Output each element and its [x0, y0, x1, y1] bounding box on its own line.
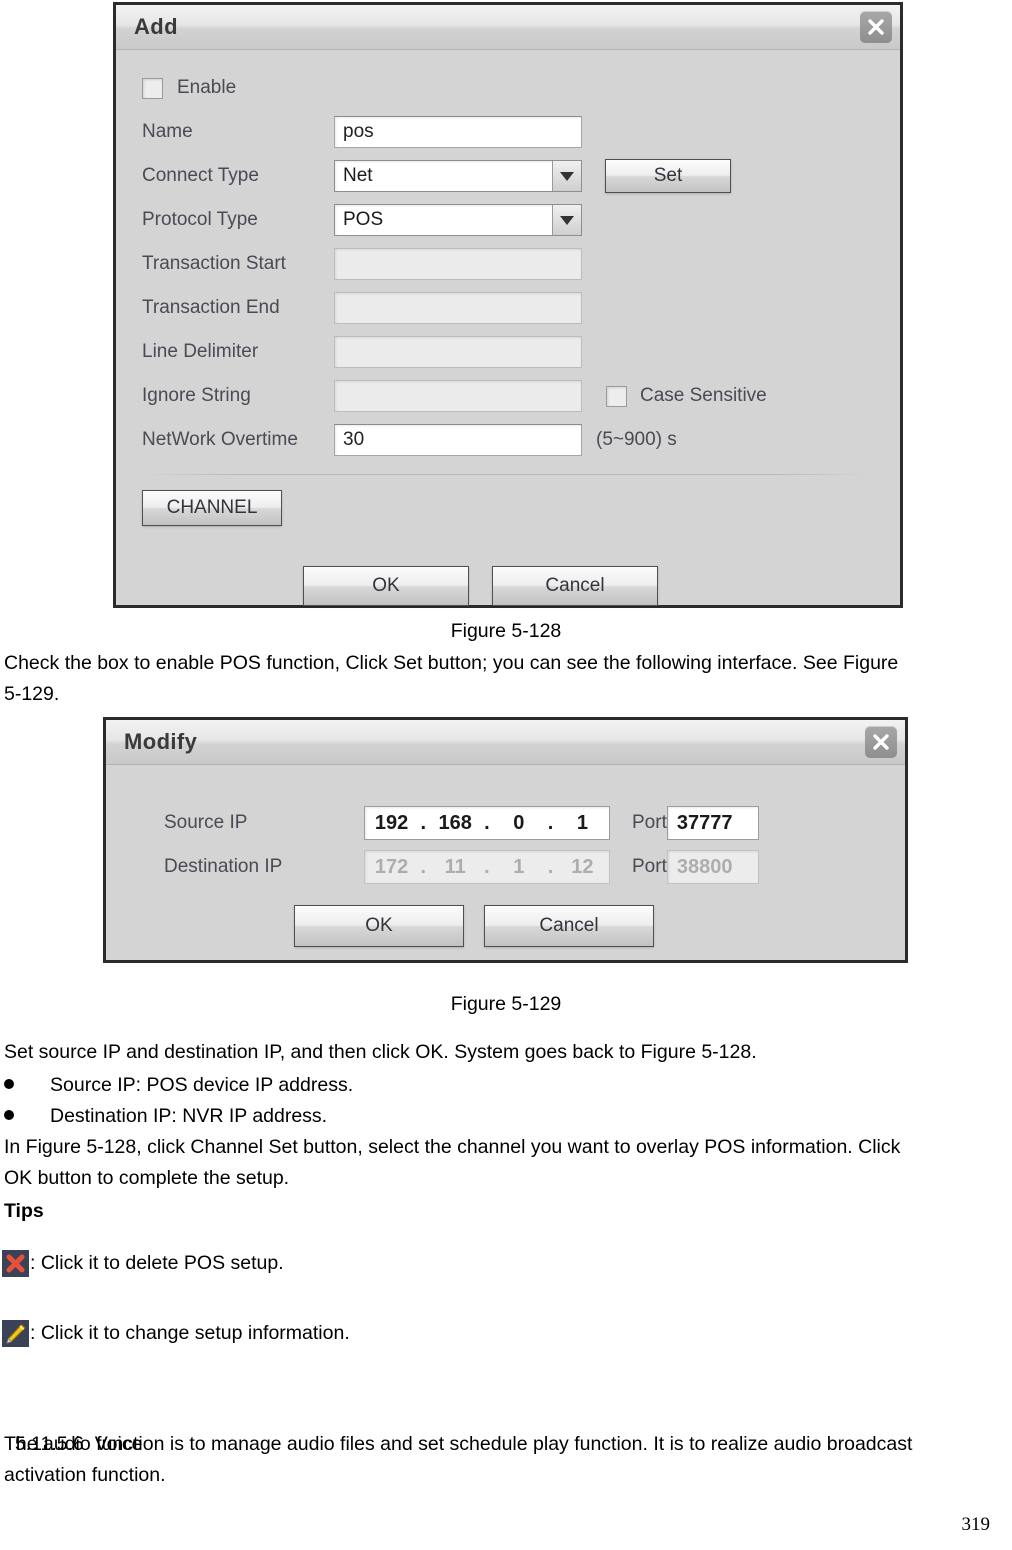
network-overtime-label: NetWork Overtime	[142, 429, 298, 450]
body-paragraph-3-line2: OK button to complete the setup.	[4, 1167, 290, 1189]
ip-dot: .	[484, 855, 490, 878]
bullet-icon	[4, 1079, 14, 1089]
modify-dialog-body: Source IP 192 . 168 . 0 . 1 Port 37777 D…	[106, 765, 905, 965]
list-item-label: Destination IP: NVR IP address.	[50, 1105, 328, 1127]
add-dialog-titlebar: Add	[116, 5, 900, 50]
source-ip-octet-2[interactable]: 168	[431, 812, 479, 835]
protocol-type-row: Protocol Type POS	[142, 204, 882, 236]
chevron-down-icon[interactable]	[552, 205, 581, 235]
ip-dot: .	[420, 855, 427, 878]
transaction-start-input[interactable]	[334, 248, 582, 280]
network-overtime-input[interactable]: 30	[334, 424, 582, 456]
list-item-label: Source IP: POS device IP address.	[50, 1074, 354, 1096]
name-row: Name pos	[142, 116, 882, 148]
ip-dot: .	[484, 811, 490, 834]
section-paragraph-line2: activation function.	[4, 1464, 166, 1486]
list-item: Source IP: POS device IP address.	[4, 1070, 1004, 1101]
section-paragraph-line1: The audio function is to manage audio fi…	[4, 1433, 913, 1455]
tips-heading: Tips	[4, 1200, 44, 1222]
connect-type-label: Connect Type	[142, 165, 259, 186]
connect-type-value: Net	[343, 165, 373, 186]
add-dialog-title: Add	[134, 14, 178, 39]
add-pos-dialog: Add Enable Name pos Connect Type Net Set	[113, 2, 903, 608]
enable-label: Enable	[177, 77, 237, 98]
bullet-icon	[4, 1110, 14, 1120]
connect-type-row: Connect Type Net Set	[142, 159, 882, 193]
line-delimiter-label: Line Delimiter	[142, 341, 259, 362]
tip-delete-label: : Click it to delete POS setup.	[30, 1252, 284, 1274]
transaction-start-label: Transaction Start	[142, 253, 286, 274]
ignore-string-label: Ignore String	[142, 385, 251, 406]
channel-button[interactable]: CHANNEL	[142, 490, 282, 526]
ok-button[interactable]: OK	[294, 905, 464, 947]
edit-pencil-icon[interactable]	[2, 1319, 29, 1347]
body-paragraph-2: Set source IP and destination IP, and th…	[4, 1041, 757, 1063]
modify-dialog-titlebar: Modify	[106, 720, 905, 765]
name-label: Name	[142, 121, 193, 142]
destination-port-label: Port	[632, 856, 667, 877]
name-input[interactable]: pos	[334, 116, 582, 148]
body-paragraph-1-line1: Check the box to enable POS function, Cl…	[4, 652, 899, 674]
enable-row: Enable	[142, 72, 236, 104]
ip-dot: .	[547, 811, 554, 834]
figure-128-caption: Figure 5-128	[450, 620, 562, 642]
source-ip-label: Source IP	[164, 812, 248, 833]
transaction-end-input[interactable]	[334, 292, 582, 324]
tip-edit-row: : Click it to change setup information.	[2, 1318, 350, 1348]
transaction-end-row: Transaction End	[142, 292, 882, 324]
tip-edit-label: : Click it to change setup information.	[30, 1322, 350, 1344]
list-item: Destination IP: NVR IP address.	[4, 1101, 1004, 1132]
source-ip-row: Source IP 192 . 168 . 0 . 1 Port 37777	[164, 806, 759, 840]
close-icon[interactable]	[865, 726, 897, 758]
destination-ip-octet-4[interactable]: 12	[558, 856, 606, 879]
destination-ip-input[interactable]: 172 . 11 . 1 . 12	[364, 850, 610, 884]
destination-ip-octet-2[interactable]: 11	[431, 856, 479, 879]
ip-dot: .	[547, 855, 554, 878]
ignore-string-input[interactable]	[334, 380, 582, 412]
destination-ip-label: Destination IP	[164, 856, 283, 877]
source-ip-octet-4[interactable]: 1	[558, 812, 606, 835]
add-dialog-body: Enable Name pos Connect Type Net Set Pro…	[116, 50, 900, 610]
line-delimiter-row: Line Delimiter	[142, 336, 882, 368]
protocol-type-value: POS	[343, 209, 384, 230]
body-paragraph-1-line2: 5-129.	[4, 683, 60, 705]
figure-129-caption: Figure 5-129	[450, 993, 562, 1015]
destination-port-input[interactable]: 38800	[666, 850, 759, 884]
body-paragraph-3-line1: In Figure 5-128, click Channel Set butto…	[4, 1136, 901, 1158]
page-number: 319	[961, 1514, 991, 1535]
cancel-button[interactable]: Cancel	[484, 905, 654, 947]
chevron-down-icon[interactable]	[552, 161, 581, 191]
protocol-type-label: Protocol Type	[142, 209, 258, 230]
destination-ip-row: Destination IP 172 . 11 . 1 . 12 Port 38…	[164, 850, 759, 884]
ip-dot: .	[420, 811, 427, 834]
cancel-button[interactable]: Cancel	[492, 566, 658, 606]
source-ip-octet-3[interactable]: 0	[495, 812, 543, 835]
enable-checkbox[interactable]	[142, 77, 163, 99]
case-sensitive-checkbox[interactable]	[606, 385, 627, 407]
connect-type-select[interactable]: Net	[334, 160, 582, 192]
source-port-label: Port	[632, 812, 667, 833]
modify-dialog-title: Modify	[124, 729, 198, 754]
transaction-start-row: Transaction Start	[142, 248, 882, 280]
close-icon[interactable]	[860, 11, 892, 43]
case-sensitive-label: Case Sensitive	[640, 385, 767, 406]
ignore-string-row: Ignore String Case Sensitive	[142, 380, 882, 412]
source-port-input[interactable]: 37777	[666, 806, 759, 840]
modify-ip-dialog: Modify Source IP 192 . 168 . 0 . 1 Port …	[103, 717, 908, 963]
line-delimiter-input[interactable]	[334, 336, 582, 368]
section-divider	[146, 474, 866, 475]
protocol-type-select[interactable]: POS	[334, 204, 582, 236]
ok-button[interactable]: OK	[303, 566, 469, 606]
tip-delete-row: : Click it to delete POS setup.	[2, 1248, 284, 1278]
source-ip-input[interactable]: 192 . 168 . 0 . 1	[364, 806, 610, 840]
network-overtime-row: NetWork Overtime 30 (5~900) s	[142, 424, 882, 456]
destination-ip-octet-3[interactable]: 1	[495, 856, 543, 879]
set-button[interactable]: Set	[605, 159, 731, 193]
source-ip-octet-1[interactable]: 192	[368, 812, 416, 835]
network-overtime-range: (5~900) s	[596, 429, 677, 450]
destination-ip-octet-1[interactable]: 172	[368, 856, 416, 879]
delete-x-icon[interactable]	[2, 1249, 29, 1277]
transaction-end-label: Transaction End	[142, 297, 280, 318]
